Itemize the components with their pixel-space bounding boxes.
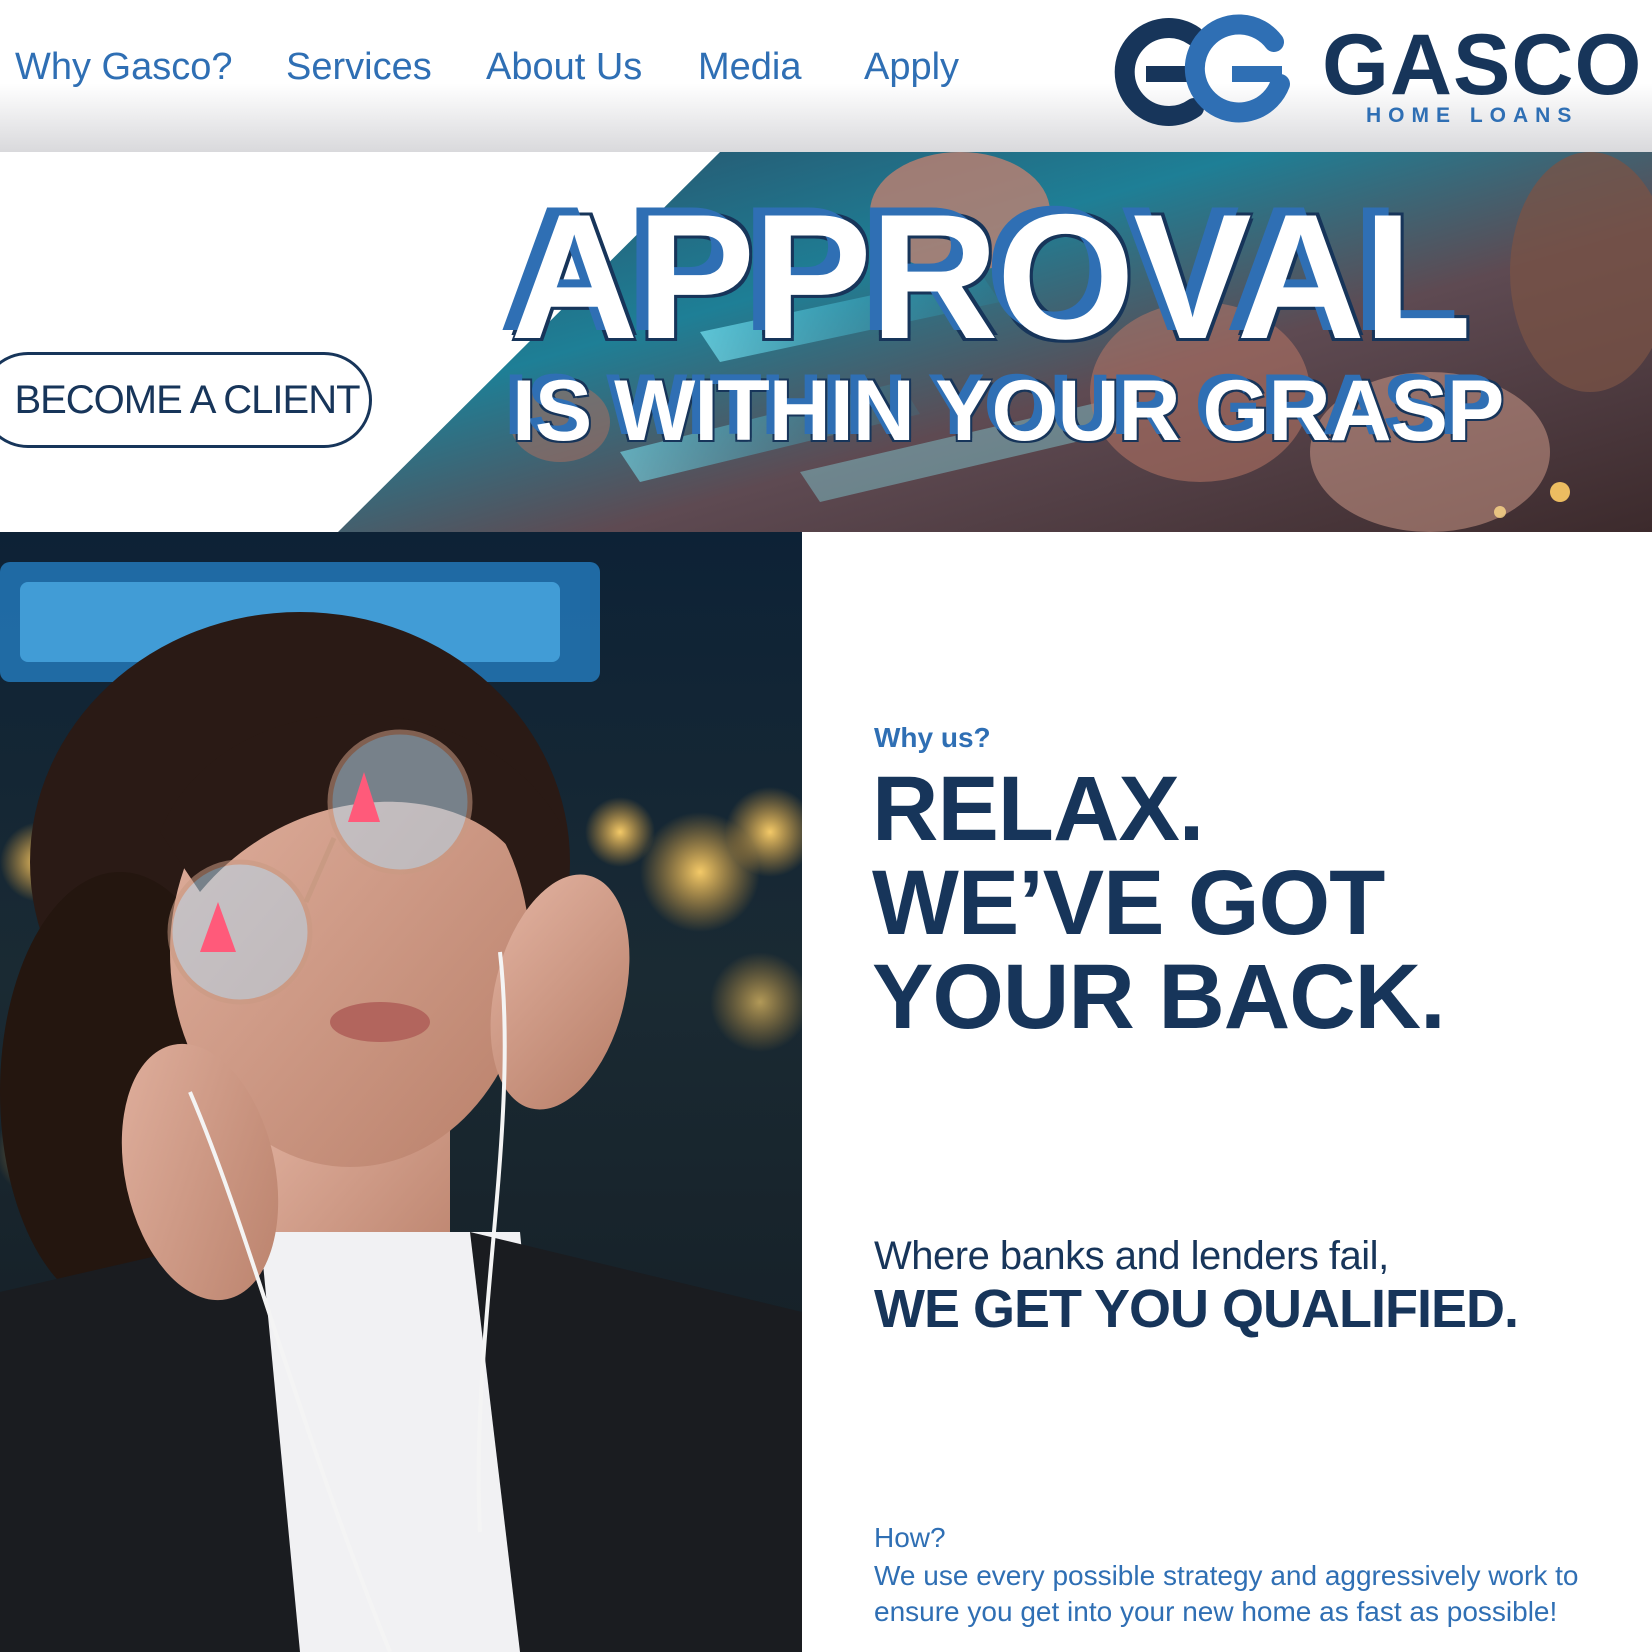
- headline-line-2: WE’VE GOT: [872, 852, 1385, 954]
- how-label: How?: [874, 1522, 946, 1553]
- woman-with-earphones-photo: [0, 532, 802, 1652]
- why-us-headline: RELAX. WE’VE GOT YOUR BACK.: [872, 758, 1446, 1048]
- nav-about-us[interactable]: About Us: [486, 46, 642, 89]
- gasco-gg-monogram-icon: [1114, 14, 1290, 126]
- nav-why-gasco[interactable]: Why Gasco?: [15, 46, 233, 89]
- why-us-eyebrow: Why us?: [874, 722, 991, 753]
- hero-headline-sub: IS WITHIN YOUR GRASP: [512, 363, 1504, 459]
- nav-apply[interactable]: Apply: [864, 46, 959, 89]
- how-description: We use every possible strategy and aggre…: [874, 1560, 1579, 1627]
- subheading-bold: WE GET YOU QUALIFIED.: [874, 1279, 1519, 1339]
- nav-services[interactable]: Services: [286, 46, 432, 89]
- headline-line-3: YOUR BACK.: [872, 946, 1446, 1048]
- gasco-logo[interactable]: GASCO HOME LOANS: [1098, 14, 1641, 134]
- why-us-section: Why us? RELAX. WE’VE GOT YOUR BACK. Wher…: [802, 532, 1652, 1652]
- subheading-plain: Where banks and lenders fail,: [874, 1234, 1389, 1278]
- logo-wordmark: GASCO: [1322, 17, 1643, 113]
- nav-media[interactable]: Media: [698, 46, 802, 89]
- hero-banner: BECOME A CLIENT APPROVAL IS WITHIN YOUR …: [0, 152, 1652, 532]
- hero-headline: APPROVAL IS WITHIN YOUR GRASP: [510, 177, 1652, 459]
- become-a-client-button[interactable]: BECOME A CLIENT: [0, 352, 372, 448]
- portrait-illustration: [0, 532, 802, 1652]
- hero-headline-main: APPROVAL: [510, 177, 1472, 376]
- site-header: Why Gasco? Services About Us Media Apply…: [0, 0, 1652, 152]
- logo-tagline: HOME LOANS: [1366, 104, 1579, 127]
- headline-line-1: RELAX.: [872, 758, 1204, 860]
